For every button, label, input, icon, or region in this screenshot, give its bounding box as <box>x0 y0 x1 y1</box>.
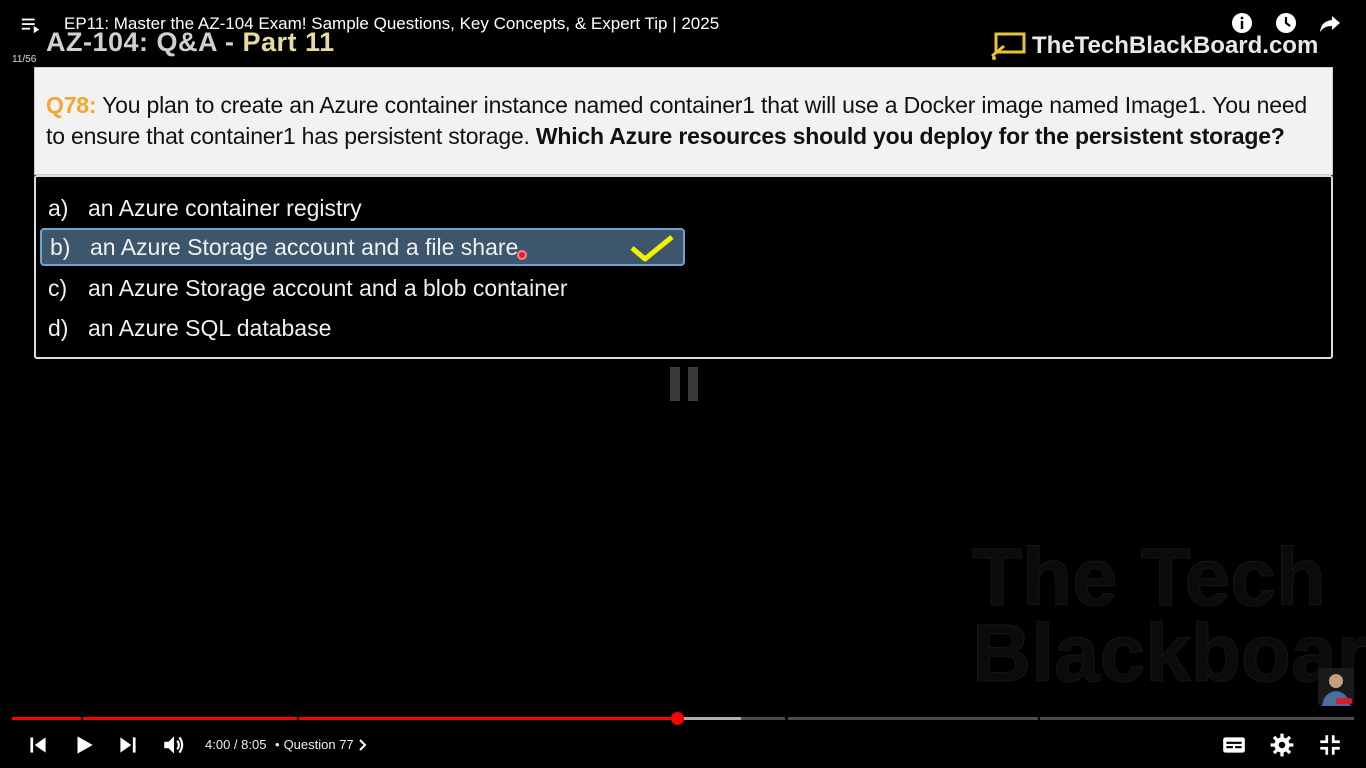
pause-indicator-icon <box>670 367 698 401</box>
pointer-dot <box>517 250 527 260</box>
watermark: The Tech Blackboard <box>972 532 1366 699</box>
answer-letter: d) <box>48 314 69 341</box>
volume-icon[interactable] <box>161 732 187 758</box>
chevron-right-icon <box>358 738 367 751</box>
slide-heading-main: AZ-104: Q&A - <box>46 27 243 57</box>
exit-fullscreen-icon[interactable] <box>1317 732 1343 758</box>
answer-text: an Azure SQL database <box>88 314 332 341</box>
play-icon[interactable] <box>71 732 97 758</box>
chapter-segment[interactable] <box>788 717 1038 720</box>
answer-c: c) an Azure Storage account and a blob c… <box>40 269 685 307</box>
presenter-avatar <box>1318 668 1354 706</box>
scrubber-handle[interactable] <box>671 712 684 725</box>
question-text: Q78: You plan to create an Azure contain… <box>46 90 1320 152</box>
chapter-segment[interactable] <box>299 717 785 720</box>
share-icon[interactable] <box>1318 11 1342 35</box>
chapter-separator: • <box>275 737 280 752</box>
chapter-button[interactable]: • Question 77 <box>275 737 368 752</box>
brand-text: TheTechBlackBoard.com <box>1032 32 1319 59</box>
question-number: Q78: <box>46 92 97 118</box>
chapter-segment[interactable] <box>83 717 297 720</box>
chapter-segment[interactable] <box>12 717 81 720</box>
answer-text: an Azure container registry <box>88 194 362 221</box>
question-ask: Which Azure resources should you deploy … <box>535 123 1285 149</box>
watermark-line1: The Tech <box>972 532 1327 623</box>
previous-icon[interactable] <box>25 732 51 758</box>
subtitles-icon[interactable] <box>1221 732 1247 758</box>
answer-d: d) an Azure SQL database <box>40 309 685 347</box>
answers-box: a) an Azure container registry b) an Azu… <box>34 175 1333 359</box>
answer-text: an Azure Storage account and a file shar… <box>90 233 519 260</box>
checkmark-icon <box>630 235 674 262</box>
chapter-segment[interactable] <box>1040 717 1354 720</box>
settings-icon[interactable] <box>1269 732 1295 758</box>
brand: TheTechBlackBoard.com <box>990 32 1318 60</box>
playlist-counter: 11/56 <box>12 54 37 65</box>
watermark-line2: Blackboard <box>972 608 1366 699</box>
slide-heading: AZ-104: Q&A - Part 11 <box>46 27 335 58</box>
chapter-title: Question 77 <box>283 737 354 752</box>
player-controls: 4:00 / 8:05 • Question 77 <box>0 728 1366 762</box>
answer-b: b) an Azure Storage account and a file s… <box>40 228 685 266</box>
question-box: Q78: You plan to create an Azure contain… <box>34 67 1333 175</box>
answer-letter: a) <box>48 194 69 221</box>
answer-text: an Azure Storage account and a blob cont… <box>88 274 568 301</box>
blackboard-logo-icon <box>991 32 1026 60</box>
answer-a: a) an Azure container registry <box>40 189 685 227</box>
answer-letter: c) <box>48 274 68 301</box>
time-display: 4:00 / 8:05 <box>205 737 267 752</box>
next-icon[interactable] <box>115 732 141 758</box>
playlist-icon[interactable] <box>20 14 42 36</box>
answer-letter: b) <box>50 233 71 260</box>
slide-heading-part: Part 11 <box>242 27 335 57</box>
